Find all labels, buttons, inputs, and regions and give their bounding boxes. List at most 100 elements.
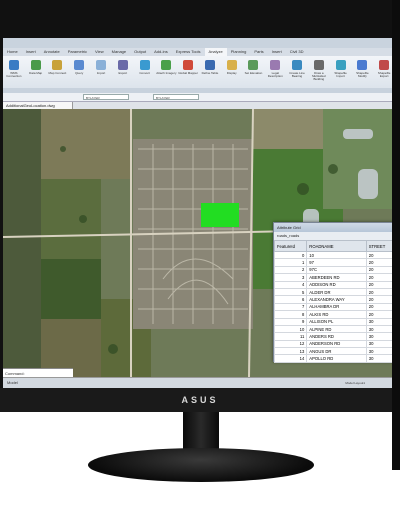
table-cell-id: 12 — [273, 339, 308, 349]
ribbon-tab[interactable]: Add-ins — [150, 48, 172, 56]
ribbon-button[interactable]: Map Connect — [47, 56, 69, 88]
layer-dropdown[interactable]: BYLAYER — [83, 94, 129, 100]
table-row[interactable]: 1 97 20 — [273, 258, 398, 267]
table-cell-name: APOLLO RD — [306, 354, 367, 363]
table-cell-name: ALHAMBRA DR — [306, 302, 367, 312]
table-cell-id: 6 — [273, 295, 308, 304]
ribbon-button-icon — [248, 60, 259, 70]
layer-dropdown-value: BYLAYER — [86, 96, 100, 100]
column-header-featureid[interactable]: FeatureId — [273, 240, 308, 252]
table-row[interactable]: 12 ANDERSON RD 30 — [273, 339, 398, 349]
table-row[interactable]: 9 ALLISON PL 30 — [273, 317, 398, 326]
ribbon: WMS Connection Data Map Map Connect Query Im… — [3, 56, 395, 88]
brand-logo: ASUS — [181, 395, 219, 405]
ribbon-button-label: Set Elevation — [244, 71, 263, 75]
table-row[interactable]: 14 APOLLO RD 30 — [273, 354, 398, 363]
column-header-roadname[interactable]: ROADNAME — [306, 240, 367, 252]
ribbon-button[interactable]: Draw a Multisided Building — [308, 56, 330, 88]
table-row[interactable]: 8 ALKIS RD 20 — [273, 310, 398, 319]
ribbon-tabs: Home Insert Annotate Parametric View Manage Ou… — [3, 48, 395, 56]
ribbon-button[interactable]: Create Line Bearing — [286, 56, 308, 88]
ribbon-tab[interactable]: Manage — [108, 48, 130, 56]
ribbon-tab[interactable]: Civil 3D — [286, 48, 308, 56]
ribbon-button[interactable]: Convert — [134, 56, 156, 88]
table-cell-id: 1 — [273, 258, 308, 267]
table-cell-id: 0 — [273, 250, 308, 260]
table-cell-id: 11 — [273, 332, 308, 341]
attribute-table-name: roads_roads — [274, 232, 399, 240]
ribbon-button-icon — [117, 60, 128, 70]
ribbon-button-label: Draw a Multisided Building — [312, 71, 326, 81]
ribbon-button[interactable]: Display — [221, 56, 243, 88]
status-left: Model — [7, 380, 18, 385]
ribbon-button[interactable]: Export — [112, 56, 134, 88]
selected-parcel[interactable] — [201, 203, 239, 227]
ribbon-button[interactable]: Query — [68, 56, 90, 88]
ribbon-button-label: Export — [118, 71, 128, 75]
ribbon-button-icon — [270, 60, 281, 70]
ribbon-tab[interactable]: View — [91, 48, 108, 56]
ribbon-button-icon — [52, 60, 63, 70]
ribbon-tab[interactable]: Planning — [227, 48, 251, 56]
ribbon-button[interactable]: Shapefile Modify — [352, 56, 374, 88]
table-row[interactable]: 13 ANGUS DR 30 — [273, 347, 398, 356]
table-cell-id: 8 — [273, 310, 308, 319]
ribbon-tab[interactable]: Insert — [22, 48, 40, 56]
table-cell-id: 13 — [273, 347, 308, 356]
table-cell-id: 7 — [273, 302, 308, 312]
table-row[interactable]: 10 ALPINE RD 30 — [273, 324, 398, 334]
table-cell-id: 5 — [273, 287, 308, 297]
ribbon-button[interactable]: Global Mapper — [177, 56, 199, 88]
attribute-grid-window[interactable]: Attribute Grid roads_roads FeatureId ROA… — [273, 222, 400, 363]
command-line[interactable]: Command: — [3, 368, 73, 377]
ribbon-button-label: Global Mapper — [178, 71, 198, 75]
table-row[interactable]: 5 ALDER DR 20 — [273, 287, 398, 297]
ribbon-tab[interactable]: Output — [130, 48, 150, 56]
ribbon-button[interactable]: Legal Description — [264, 56, 286, 88]
linetype-dropdown-value: BYLAYER — [156, 96, 170, 100]
ribbon-button-label: Attach Imagery — [156, 71, 177, 75]
table-row[interactable]: 3 ABERDEEN RD 20 — [273, 273, 398, 282]
table-cell-id: 9 — [273, 317, 308, 326]
table-cell-name: ANDERS RD — [306, 332, 367, 341]
table-row[interactable]: 4 ADDISON RD 20 — [273, 280, 398, 289]
ribbon-button-label: WMS Connection — [6, 71, 22, 78]
table-cell-id: 2 — [273, 265, 308, 275]
ribbon-tab[interactable]: Analyze — [204, 48, 227, 56]
document-tab[interactable]: AdditionalGeoLocation.dwg — [3, 102, 73, 109]
table-cell-name: ALLISON PL — [306, 317, 367, 326]
ribbon-button-icon — [96, 60, 107, 70]
ribbon-tab[interactable]: Annotate — [40, 48, 64, 56]
adjacent-device-edge — [392, 0, 400, 470]
table-cell-id: 14 — [273, 354, 308, 363]
ribbon-tab[interactable]: Parts — [250, 48, 267, 56]
table-cell-name: ADDISON RD — [306, 280, 367, 289]
ribbon-button[interactable]: Data Map — [25, 56, 47, 88]
ribbon-button[interactable]: Import — [90, 56, 112, 88]
ribbon-tab[interactable]: Express Tools — [172, 48, 205, 56]
ribbon-button-icon — [161, 60, 172, 70]
ribbon-button-icon — [357, 60, 368, 70]
ribbon-button[interactable]: Define Table — [199, 56, 221, 88]
ribbon-tab[interactable]: Insert — [268, 48, 286, 56]
table-row[interactable]: 0 10 20 — [273, 250, 398, 260]
ribbon-button[interactable]: WMS Connection — [3, 56, 25, 88]
table-row[interactable]: 11 ANDERS RD 30 — [273, 332, 398, 341]
ribbon-tab[interactable]: Parametric — [64, 48, 91, 56]
table-cell-name: ALDER DR — [306, 287, 367, 297]
ribbon-button-icon — [226, 60, 237, 70]
status-bar: Model Model Layout1 — [3, 377, 395, 388]
ribbon-button-label: Map Connect — [48, 71, 67, 75]
table-row[interactable]: 7 ALHAMBRA DR 20 — [273, 302, 398, 312]
attribute-table: FeatureId ROADNAME STREET 0 10 20 1 97 20 2 97C… — [273, 240, 398, 363]
ribbon-button-label: Import — [96, 71, 106, 75]
table-row[interactable]: 2 97C 20 — [273, 265, 398, 275]
ribbon-button[interactable]: Attach Imagery — [155, 56, 177, 88]
ribbon-tab[interactable]: Home — [3, 48, 22, 56]
ribbon-button[interactable]: Shapefile Import — [330, 56, 352, 88]
ribbon-button-label: Data Map — [29, 71, 43, 75]
linetype-dropdown[interactable]: BYLAYER — [153, 94, 199, 100]
status-right: Model Layout1 — [345, 381, 365, 385]
ribbon-button[interactable]: Set Elevation — [243, 56, 265, 88]
table-row[interactable]: 6 ALEXANDRA WAY 20 — [273, 295, 398, 304]
